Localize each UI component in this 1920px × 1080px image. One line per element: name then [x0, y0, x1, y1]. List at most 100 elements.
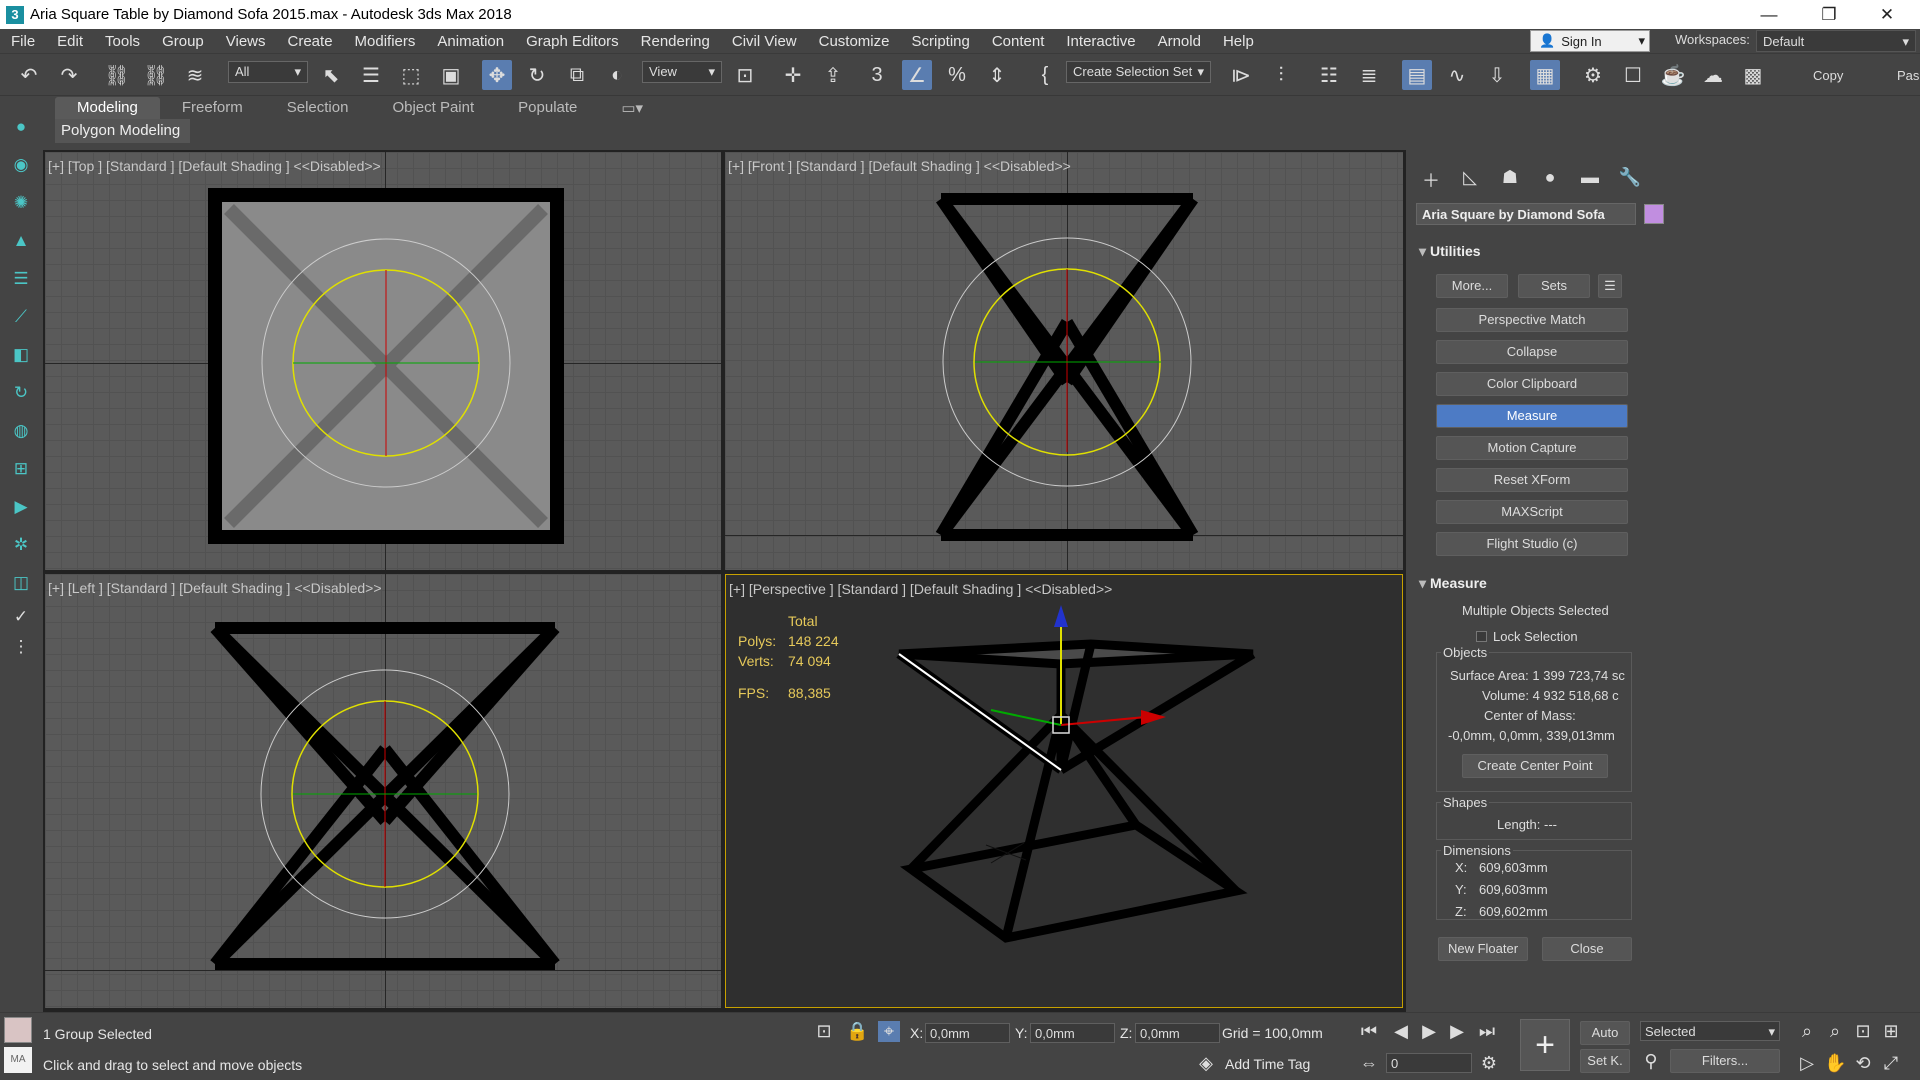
viewport-top[interactable]: [+] [Top ] [Standard ] [Default Shading … — [45, 152, 721, 570]
lock-icon[interactable]: 🔒 — [846, 1021, 868, 1042]
bind-space-warp-icon[interactable]: ≋ — [180, 60, 210, 90]
link-icon[interactable]: ⛓ — [102, 60, 132, 90]
tab-modeling[interactable]: Modeling — [55, 97, 160, 119]
absolute-mode-icon[interactable]: ⌖ — [878, 1021, 900, 1042]
orbit-icon[interactable]: ⟲ — [1852, 1053, 1874, 1074]
hierarchy-tab-icon[interactable]: ☗ — [1497, 167, 1523, 189]
maximize-viewport-icon[interactable]: ⤢ — [1880, 1053, 1902, 1074]
menu-edit[interactable]: Edit — [46, 33, 94, 50]
modify-tab-icon[interactable]: ◺ — [1457, 167, 1483, 189]
configure-sets-icon[interactable]: ☰ — [1598, 274, 1622, 298]
mirror-icon[interactable]: ⧐ — [1226, 60, 1256, 90]
menu-interactive[interactable]: Interactive — [1055, 33, 1146, 50]
network-icon[interactable]: ✲ — [10, 535, 32, 557]
create-object-icon[interactable]: ● — [10, 117, 32, 139]
set-key-icon[interactable]: + — [1520, 1019, 1570, 1071]
snaps-toggle-icon[interactable]: 3 — [862, 60, 892, 90]
sign-in-button[interactable]: 👤 Sign In ▾ — [1530, 30, 1650, 52]
pan-view-icon[interactable]: ✋ — [1824, 1053, 1846, 1074]
bone-icon[interactable]: ⟋ — [10, 307, 32, 329]
menu-arnold[interactable]: Arnold — [1147, 33, 1212, 50]
menu-civil-view[interactable]: Civil View — [721, 33, 808, 50]
select-place-icon[interactable]: ◐ — [602, 60, 632, 90]
lock-selection-checkbox[interactable]: Lock Selection — [1476, 629, 1578, 644]
utilities-rollout-header[interactable]: Utilities — [1416, 240, 1660, 262]
menu-scripting[interactable]: Scripting — [900, 33, 980, 50]
measure-button[interactable]: Measure — [1436, 404, 1628, 428]
play-icon[interactable]: ▶ — [1418, 1021, 1440, 1042]
schematic-view-icon[interactable]: ⇩ — [1482, 60, 1512, 90]
curve-editor-icon[interactable]: ∿ — [1442, 60, 1472, 90]
select-by-name-icon[interactable]: ☰ — [356, 60, 386, 90]
menu-group[interactable]: Group — [151, 33, 215, 50]
list-icon[interactable]: ☰ — [10, 269, 32, 291]
object-color-swatch[interactable] — [1644, 204, 1664, 224]
render-production-icon[interactable]: ☕ — [1658, 60, 1688, 90]
viewport-label-front[interactable]: [+] [Front ] [Standard ] [Default Shadin… — [728, 158, 1071, 174]
key-mode-icon[interactable]: ⇔ — [1358, 1053, 1380, 1074]
color-clipboard-button[interactable]: Color Clipboard — [1436, 372, 1628, 396]
viewport-label-left[interactable]: [+] [Left ] [Standard ] [Default Shading… — [48, 580, 382, 596]
redo-icon[interactable]: ↷ — [54, 60, 84, 90]
scene-explorer-icon[interactable]: ☷ — [1314, 60, 1344, 90]
minimize-icon[interactable]: — — [1740, 0, 1798, 29]
go-to-start-icon[interactable]: ⏮ — [1358, 1021, 1380, 1042]
percent-snap-icon[interactable]: % — [942, 60, 972, 90]
y-coord-field[interactable]: 0,0mm — [1030, 1023, 1115, 1043]
zoom-icon[interactable]: ⌕ — [1796, 1021, 1818, 1042]
tab-selection[interactable]: Selection — [265, 97, 371, 119]
new-floater-button[interactable]: New Floater — [1438, 937, 1528, 961]
selection-set-dropdown[interactable]: Create Selection Set ▾ — [1066, 61, 1211, 83]
camera-icon[interactable]: ◉ — [10, 155, 32, 177]
viewport-layout-icon[interactable]: ◫ — [10, 573, 32, 595]
more-button[interactable]: More... — [1436, 274, 1508, 298]
previous-frame-icon[interactable]: ◀ — [1390, 1021, 1412, 1042]
menu-graph-editors[interactable]: Graph Editors — [515, 33, 630, 50]
reset-xform-button[interactable]: Reset XForm — [1436, 468, 1628, 492]
reference-coord-dropdown[interactable]: View ▾ — [642, 61, 722, 83]
key-filter-dropdown[interactable]: Selected ▾ — [1640, 1021, 1780, 1041]
menu-content[interactable]: Content — [981, 33, 1056, 50]
menu-animation[interactable]: Animation — [426, 33, 515, 50]
align-icon[interactable]: ⫶ — [1266, 60, 1296, 90]
create-tab-icon[interactable]: ＋ — [1418, 167, 1444, 191]
perspective-match-button[interactable]: Perspective Match — [1436, 308, 1628, 332]
time-config-icon[interactable]: ⚙ — [1478, 1053, 1500, 1074]
ribbon-panel-polygon-modeling[interactable]: Polygon Modeling — [55, 119, 190, 143]
measure-rollout-header[interactable]: Measure — [1416, 572, 1660, 594]
zoom-extents-icon[interactable]: ⊡ — [1852, 1021, 1874, 1042]
close-button[interactable]: Close — [1542, 937, 1632, 961]
render-cloud-icon[interactable]: ☁ — [1698, 60, 1728, 90]
viewport-left[interactable]: [+] [Left ] [Standard ] [Default Shading… — [45, 574, 721, 1008]
auto-key-button[interactable]: Auto — [1580, 1021, 1630, 1045]
globe-icon[interactable]: ◍ — [10, 421, 32, 443]
rendered-frame-icon[interactable]: ☐ — [1618, 60, 1648, 90]
select-object-icon[interactable]: ⬉ — [316, 60, 346, 90]
render-setup-icon[interactable]: ⚙ — [1578, 60, 1608, 90]
zoom-all-icon[interactable]: ⌕ — [1824, 1021, 1846, 1042]
angle-snap-icon[interactable]: ∠ — [902, 60, 932, 90]
viewport-perspective[interactable]: [+] [Perspective ] [Standard ] [Default … — [725, 574, 1403, 1008]
viewport-label-perspective[interactable]: [+] [Perspective ] [Standard ] [Default … — [729, 581, 1112, 597]
maximize-icon[interactable]: ❐ — [1800, 0, 1858, 29]
pivot-center-icon[interactable]: ⊡ — [730, 60, 760, 90]
filters-button[interactable]: Filters... — [1670, 1049, 1780, 1073]
rotate-view-icon[interactable]: ↻ — [10, 383, 32, 405]
menu-rendering[interactable]: Rendering — [630, 33, 721, 50]
collapse-button[interactable]: Collapse — [1436, 340, 1628, 364]
named-selection-icon[interactable]: { — [1030, 60, 1060, 90]
x-coord-field[interactable]: 0,0mm — [925, 1023, 1010, 1043]
object-name-field[interactable]: Aria Square by Diamond Sofa — [1416, 203, 1636, 225]
set-key-button[interactable]: Set K. — [1580, 1049, 1630, 1073]
keyboard-shortcut-icon[interactable]: ⇪ — [818, 60, 848, 90]
utilities-tab-icon[interactable]: 🔧 — [1617, 167, 1643, 189]
z-coord-field[interactable]: 0,0mm — [1135, 1023, 1220, 1043]
go-to-end-icon[interactable]: ⏭ — [1476, 1021, 1498, 1042]
layer-explorer-icon[interactable]: ≣ — [1354, 60, 1384, 90]
motion-capture-button[interactable]: Motion Capture — [1436, 436, 1628, 460]
menu-create[interactable]: Create — [277, 33, 344, 50]
flight-studio-button[interactable]: Flight Studio (c) — [1436, 532, 1628, 556]
select-scale-icon[interactable]: ⧉ — [562, 60, 592, 90]
maxscript-mini-listener[interactable]: MA — [4, 1047, 32, 1073]
light-icon[interactable]: ✺ — [10, 193, 32, 215]
